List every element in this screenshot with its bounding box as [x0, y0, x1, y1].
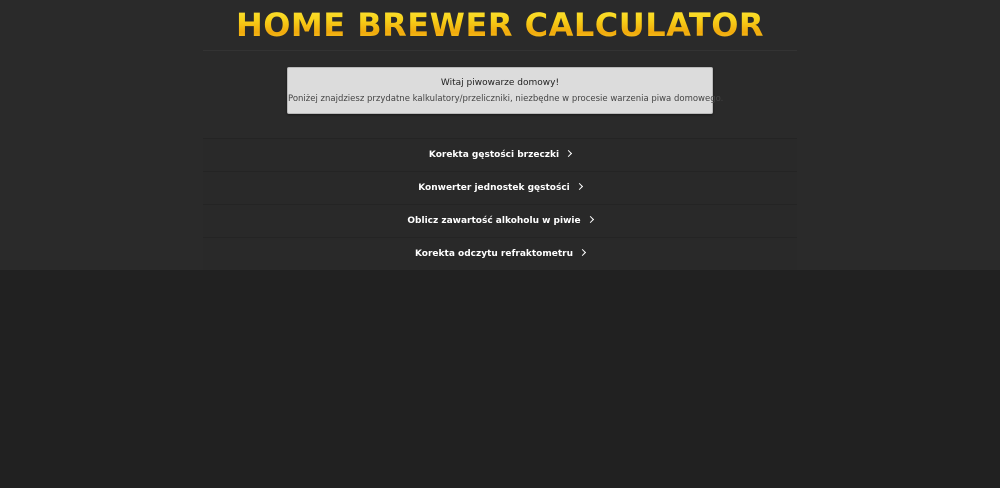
menu-item-gravity-unit-converter[interactable]: Konwerter jednostek gęstości	[203, 171, 797, 204]
welcome-title: Witaj piwowarze domowy!	[440, 78, 560, 88]
welcome-text: Poniżej znajdziesz przydatne kalkulatory…	[288, 94, 724, 104]
chevron-right-icon	[578, 248, 587, 257]
menu-item-refractometer-correction[interactable]: Korekta odczytu refraktometru	[203, 237, 797, 270]
page: HOME BREWER CALCULATOR Witaj piwowarze d…	[0, 0, 1000, 488]
menu-item-alcohol-content[interactable]: Oblicz zawartość alkoholu w piwie	[203, 204, 797, 237]
welcome-box: Witaj piwowarze domowy! Poniżej znajdzie…	[287, 67, 724, 114]
site-logo-title[interactable]: HOME BREWER CALCULATOR	[203, 0, 797, 43]
menu-item-label: Korekta gęstości brzeczki	[428, 150, 560, 160]
menu-item-label: Oblicz zawartość alkoholu w piwie	[407, 216, 581, 226]
menu-item-label: Konwerter jednostek gęstości	[418, 183, 570, 193]
chevron-right-icon	[575, 182, 583, 191]
menu-item-label: Korekta odczytu refraktometru	[414, 249, 573, 259]
header: HOME BREWER CALCULATOR	[203, 0, 797, 51]
top-section: HOME BREWER CALCULATOR Witaj piwowarze d…	[0, 0, 1000, 270]
chevron-right-icon	[586, 215, 594, 224]
calculator-menu: Korekta gęstości brzeczki Konwerter jedn…	[203, 138, 797, 270]
chevron-right-icon	[565, 149, 573, 158]
menu-item-wort-gravity-correction[interactable]: Korekta gęstości brzeczki	[203, 138, 797, 171]
